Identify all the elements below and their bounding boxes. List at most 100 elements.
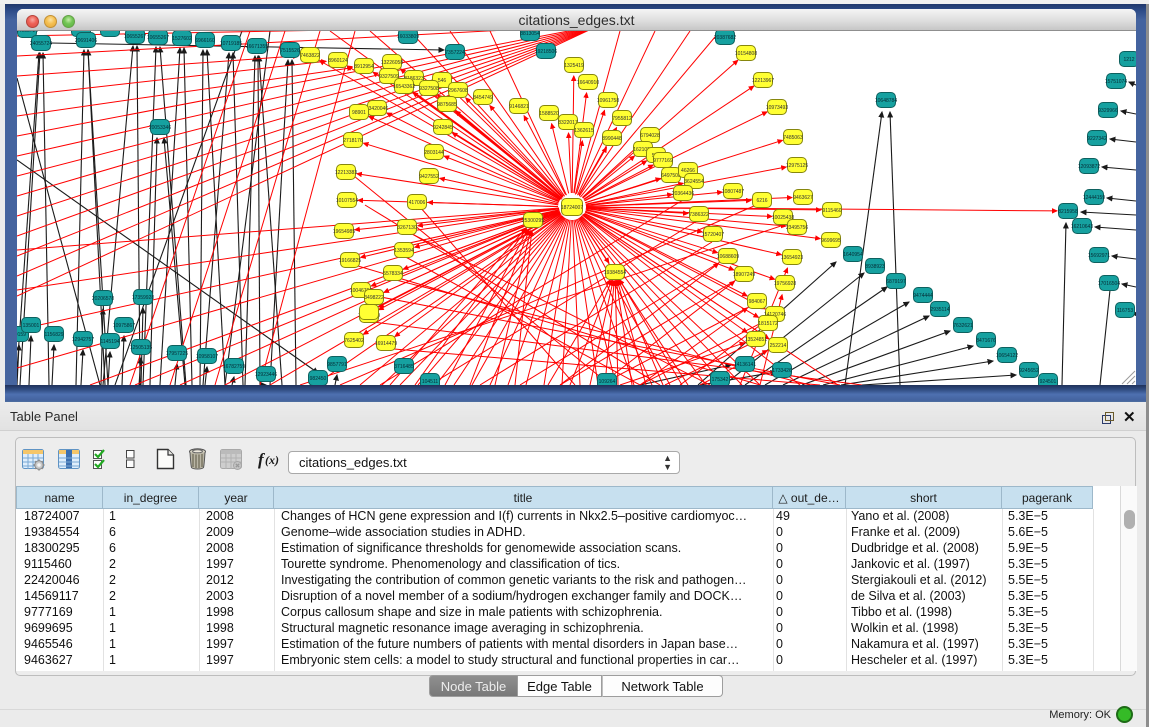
svg-text:10648784: 10648784 — [875, 98, 897, 104]
svg-text:175342: 175342 — [712, 377, 729, 383]
svg-text:20364436: 20364436 — [672, 191, 694, 197]
svg-text:3267130: 3267130 — [397, 225, 417, 231]
svg-text:1362615: 1362615 — [574, 128, 594, 134]
svg-text:9115460: 9115460 — [822, 208, 841, 214]
svg-text:8813054: 8813054 — [520, 31, 540, 37]
svg-text:19384554: 19384554 — [604, 270, 626, 276]
svg-text:16914479: 16914479 — [375, 341, 397, 347]
svg-text:23495756: 23495756 — [786, 225, 808, 231]
svg-text:16210643: 16210643 — [1071, 224, 1093, 230]
svg-text:24055724: 24055724 — [17, 31, 38, 34]
svg-text:6879197: 6879197 — [886, 279, 906, 285]
svg-text:17359928: 17359928 — [132, 295, 154, 301]
svg-text:10973493: 10973493 — [766, 105, 788, 111]
svg-text:10655267: 10655267 — [124, 34, 146, 40]
svg-text:17957225: 17957225 — [166, 351, 188, 357]
svg-text:15751074: 15751074 — [1105, 79, 1127, 85]
svg-text:16543362: 16543362 — [393, 84, 415, 90]
svg-text:104511: 104511 — [422, 379, 439, 385]
svg-text:12444159: 12444159 — [1083, 195, 1105, 201]
svg-text:12942757: 12942757 — [72, 337, 94, 343]
svg-text:924501: 924501 — [1040, 379, 1057, 385]
svg-text:8215958: 8215958 — [1058, 209, 1078, 215]
svg-text:19166825: 19166825 — [339, 258, 361, 264]
svg-text:9875685: 9875685 — [437, 102, 457, 108]
svg-text:15692971: 15692971 — [1088, 253, 1110, 259]
svg-text:19654985: 19654985 — [333, 229, 355, 235]
svg-text:18907249: 18907249 — [733, 272, 755, 278]
svg-text:135001: 135001 — [23, 323, 40, 329]
svg-text:1212: 1212 — [1123, 57, 1134, 63]
svg-text:7632621: 7632621 — [953, 323, 973, 329]
svg-text:24055724: 24055724 — [30, 41, 52, 47]
svg-text:8960124: 8960124 — [328, 58, 348, 64]
svg-text:25300295: 25300295 — [522, 218, 544, 224]
svg-text:9777169: 9777169 — [653, 158, 673, 164]
svg-text:20206578: 20206578 — [92, 296, 114, 302]
svg-text:1733426: 1733426 — [772, 368, 792, 374]
svg-text:2935114: 2935114 — [930, 307, 949, 313]
svg-text:10958107: 10958107 — [196, 354, 218, 360]
svg-text:6794028: 6794028 — [640, 133, 660, 139]
svg-text:109264: 109264 — [599, 379, 616, 385]
svg-text:6216: 6216 — [756, 198, 767, 204]
svg-text:1527602: 1527602 — [172, 36, 192, 42]
svg-text:15720407: 15720407 — [702, 232, 724, 238]
svg-text:984067: 984067 — [749, 299, 766, 305]
svg-text:39159: 39159 — [17, 332, 26, 338]
svg-text:2718176: 2718176 — [343, 138, 363, 144]
svg-text:9474444: 9474444 — [913, 293, 933, 299]
svg-text:10655267: 10655267 — [147, 35, 169, 41]
svg-text:9245652: 9245652 — [1019, 368, 1039, 374]
svg-text:16782759: 16782759 — [223, 364, 245, 370]
svg-text:5578334: 5578334 — [383, 271, 403, 277]
svg-text:1156829: 1156829 — [44, 332, 63, 338]
svg-text:20691406: 20691406 — [75, 38, 97, 44]
svg-text:9463627: 9463627 — [793, 195, 813, 201]
svg-text:1353594: 1353594 — [394, 248, 414, 254]
svg-text:12975125: 12975125 — [786, 163, 808, 169]
svg-text:10975867: 10975867 — [113, 323, 135, 329]
svg-text:1588520: 1588520 — [539, 111, 559, 117]
svg-text:20387682: 20387682 — [714, 35, 736, 41]
svg-text:116753: 116753 — [1117, 308, 1134, 314]
svg-text:13654923: 13654923 — [781, 255, 803, 261]
svg-text:12213967: 12213967 — [752, 78, 774, 84]
svg-text:8454749: 8454749 — [473, 95, 493, 101]
svg-text:12213383: 12213383 — [335, 170, 357, 176]
svg-text:18724007: 18724007 — [561, 205, 583, 211]
svg-text:9857791: 9857791 — [327, 362, 347, 368]
svg-text:2967608: 2967608 — [448, 88, 468, 94]
svg-text:1640954: 1640954 — [843, 252, 863, 258]
svg-text:10688609: 10688609 — [717, 254, 739, 260]
svg-text:19218506: 19218506 — [535, 49, 557, 55]
svg-text:417006: 417006 — [409, 200, 426, 206]
svg-text:7625402: 7625402 — [344, 338, 364, 344]
svg-text:20053346: 20053346 — [149, 125, 171, 131]
svg-text:10961758: 10961758 — [597, 98, 619, 104]
svg-text:2803144: 2803144 — [424, 150, 444, 156]
svg-text:16671355: 16671355 — [246, 44, 268, 50]
svg-text:7463822: 7463822 — [300, 53, 320, 59]
svg-text:3498222: 3498222 — [364, 295, 384, 301]
svg-text:9329966: 9329966 — [1098, 108, 1118, 114]
svg-text:7485063: 7485063 — [783, 135, 803, 141]
svg-text:19756928: 19756928 — [774, 281, 796, 287]
svg-text:9427552: 9427552 — [419, 174, 439, 180]
svg-text:10719185: 10719185 — [220, 41, 242, 47]
svg-text:12505135: 12505135 — [130, 345, 152, 351]
svg-text:1325419: 1325419 — [564, 63, 584, 69]
svg-text:17016504: 17016504 — [1098, 281, 1120, 287]
svg-text:7515526: 7515526 — [280, 48, 300, 54]
svg-text:1815172: 1815172 — [758, 321, 778, 327]
svg-text:7357224: 7357224 — [445, 50, 465, 56]
svg-text:12923446: 12923446 — [255, 372, 277, 378]
svg-text:3716485: 3716485 — [394, 364, 414, 370]
svg-text:23420046: 23420046 — [366, 106, 388, 112]
svg-text:6497508: 6497508 — [661, 173, 681, 179]
svg-text:14136141: 14136141 — [734, 362, 756, 368]
svg-text:1145194: 1145194 — [100, 339, 119, 345]
svg-text:9327508: 9327508 — [419, 86, 439, 92]
svg-text:8938923: 8938923 — [865, 264, 885, 270]
svg-text:10654122: 10654122 — [996, 353, 1018, 359]
